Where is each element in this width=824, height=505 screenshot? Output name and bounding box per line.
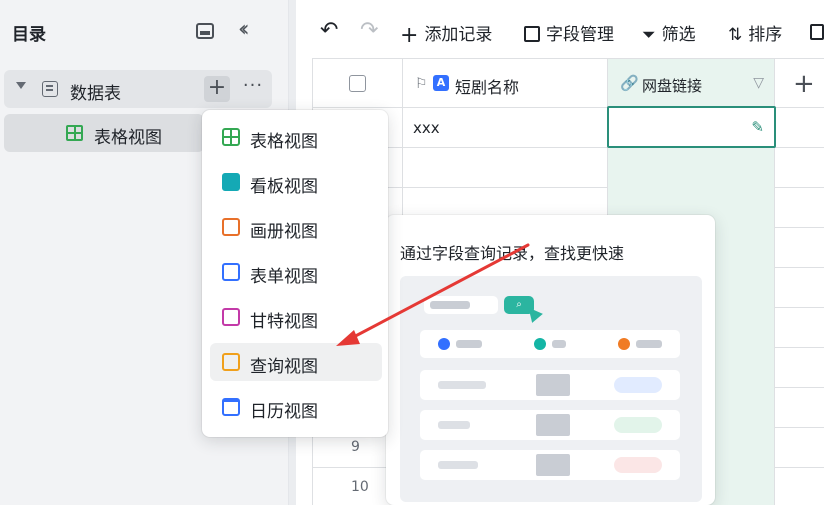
- text-field-icon: A: [433, 75, 449, 91]
- menu-item-calendar-view[interactable]: 日历视图: [210, 388, 382, 426]
- redo-icon[interactable]: ↷: [360, 18, 378, 43]
- empty-cell: [775, 308, 824, 348]
- menu-item-gallery-view[interactable]: 画册视图: [210, 208, 382, 246]
- view-label: 表格视图: [94, 128, 162, 148]
- table-row[interactable]: [313, 148, 824, 188]
- empty-cell: [775, 148, 824, 188]
- panel-toggle-icon[interactable]: [196, 23, 214, 39]
- menu-item-label: 日历视图: [250, 402, 318, 422]
- name-cell[interactable]: xxx: [403, 108, 608, 148]
- illus-record-row: [420, 370, 680, 400]
- column-filter-icon[interactable]: ▽: [753, 75, 764, 91]
- plus-icon: +: [793, 69, 815, 99]
- grid-view-icon: [222, 128, 240, 146]
- empty-cell: [775, 228, 824, 268]
- link-cell[interactable]: [608, 148, 775, 188]
- add-view-menu: 表格视图看板视图画册视图表单视图甘特视图查询视图日历视图: [202, 110, 388, 437]
- add-view-button[interactable]: +: [204, 76, 230, 102]
- sort-button[interactable]: ⇅ 排序: [728, 20, 782, 45]
- form-view-icon: [222, 263, 240, 281]
- illus-search-box: [424, 296, 498, 314]
- menu-item-label: 表格视图: [250, 132, 318, 152]
- menu-item-kanban-view[interactable]: 看板视图: [210, 163, 382, 201]
- expand-caret-icon[interactable]: [16, 82, 26, 89]
- database-label: 数据表: [70, 84, 121, 104]
- empty-cell: [775, 188, 824, 228]
- empty-cell: [775, 468, 824, 505]
- menu-item-label: 表单视图: [250, 267, 318, 287]
- primary-field-flag-icon: ⚐: [415, 76, 428, 92]
- column-label: 网盘链接: [642, 77, 703, 95]
- calendar-view-icon: [222, 398, 240, 416]
- active-cell-editor[interactable]: ✎: [607, 106, 776, 148]
- gallery-view-icon: [222, 218, 240, 236]
- column-label: 短剧名称: [455, 78, 520, 97]
- cell-text: xxx: [413, 119, 440, 137]
- database-icon: [42, 81, 58, 97]
- grid-view-icon: [66, 125, 83, 141]
- empty-cell: [775, 348, 824, 388]
- undo-icon[interactable]: ↶: [320, 18, 338, 43]
- sort-label: 排序: [748, 25, 783, 45]
- column-header-link[interactable]: 🔗 网盘链接 ▽: [608, 58, 775, 108]
- group-icon[interactable]: [810, 24, 824, 40]
- toolbar: ↶ ↷ + 添加记录 字段管理 ⏷ 筛选 ⇅ 排序: [296, 0, 824, 62]
- add-record-button[interactable]: + 添加记录: [400, 20, 492, 48]
- kanban-view-icon: [222, 173, 240, 191]
- header-select-all: [313, 58, 403, 108]
- row-number: 9: [351, 439, 360, 455]
- funnel-icon: ⏷: [642, 25, 656, 45]
- query-view-icon: [222, 353, 240, 371]
- menu-item-label: 甘特视图: [250, 312, 318, 332]
- collapse-sidebar-icon[interactable]: ‹‹: [238, 17, 249, 42]
- menu-item-query-view[interactable]: 查询视图: [210, 343, 382, 381]
- menu-item-grid-view[interactable]: 表格视图: [210, 118, 382, 156]
- add-column-button[interactable]: +: [775, 58, 824, 108]
- column-header-name[interactable]: ⚐ A 短剧名称: [403, 58, 608, 108]
- menu-item-gantt-view[interactable]: 甘特视图: [210, 298, 382, 336]
- plus-icon: +: [400, 23, 419, 48]
- more-options-button[interactable]: ···: [240, 76, 266, 102]
- preview-title: 通过字段查询记录，查找更快速: [400, 244, 625, 263]
- menu-item-label: 查询视图: [250, 357, 318, 377]
- view-preview-card: 通过字段查询记录，查找更快速 ⌕: [386, 215, 715, 505]
- sort-icon: ⇅: [728, 25, 743, 45]
- tree-item-database[interactable]: 数据表 + ···: [4, 70, 272, 108]
- menu-item-label: 看板视图: [250, 177, 318, 197]
- field-manage-label: 字段管理: [546, 25, 614, 45]
- preview-illustration: ⌕: [400, 276, 702, 502]
- empty-cell: [775, 268, 824, 308]
- row-number: 10: [351, 479, 369, 495]
- field-manage-button[interactable]: 字段管理: [524, 20, 614, 45]
- menu-item-label: 画册视图: [250, 222, 318, 242]
- name-cell[interactable]: [403, 148, 608, 188]
- illus-record-row: [420, 410, 680, 440]
- gantt-view-icon: [222, 308, 240, 326]
- link-icon: 🔗: [620, 74, 639, 92]
- filter-button[interactable]: ⏷ 筛选: [642, 20, 696, 45]
- fields-icon: [524, 26, 540, 42]
- empty-cell: [775, 388, 824, 428]
- empty-cell: [775, 428, 824, 468]
- add-record-label: 添加记录: [424, 25, 493, 45]
- menu-item-form-view[interactable]: 表单视图: [210, 253, 382, 291]
- pencil-icon[interactable]: ✎: [751, 118, 764, 136]
- sidebar-title: 目录: [12, 25, 46, 45]
- select-all-checkbox[interactable]: [349, 75, 366, 92]
- filter-label: 筛选: [661, 25, 696, 45]
- illus-record-row: [420, 450, 680, 480]
- tree-item-grid-view[interactable]: 表格视图: [4, 114, 204, 152]
- empty-cell: [775, 108, 824, 148]
- illus-field-row: [420, 330, 680, 358]
